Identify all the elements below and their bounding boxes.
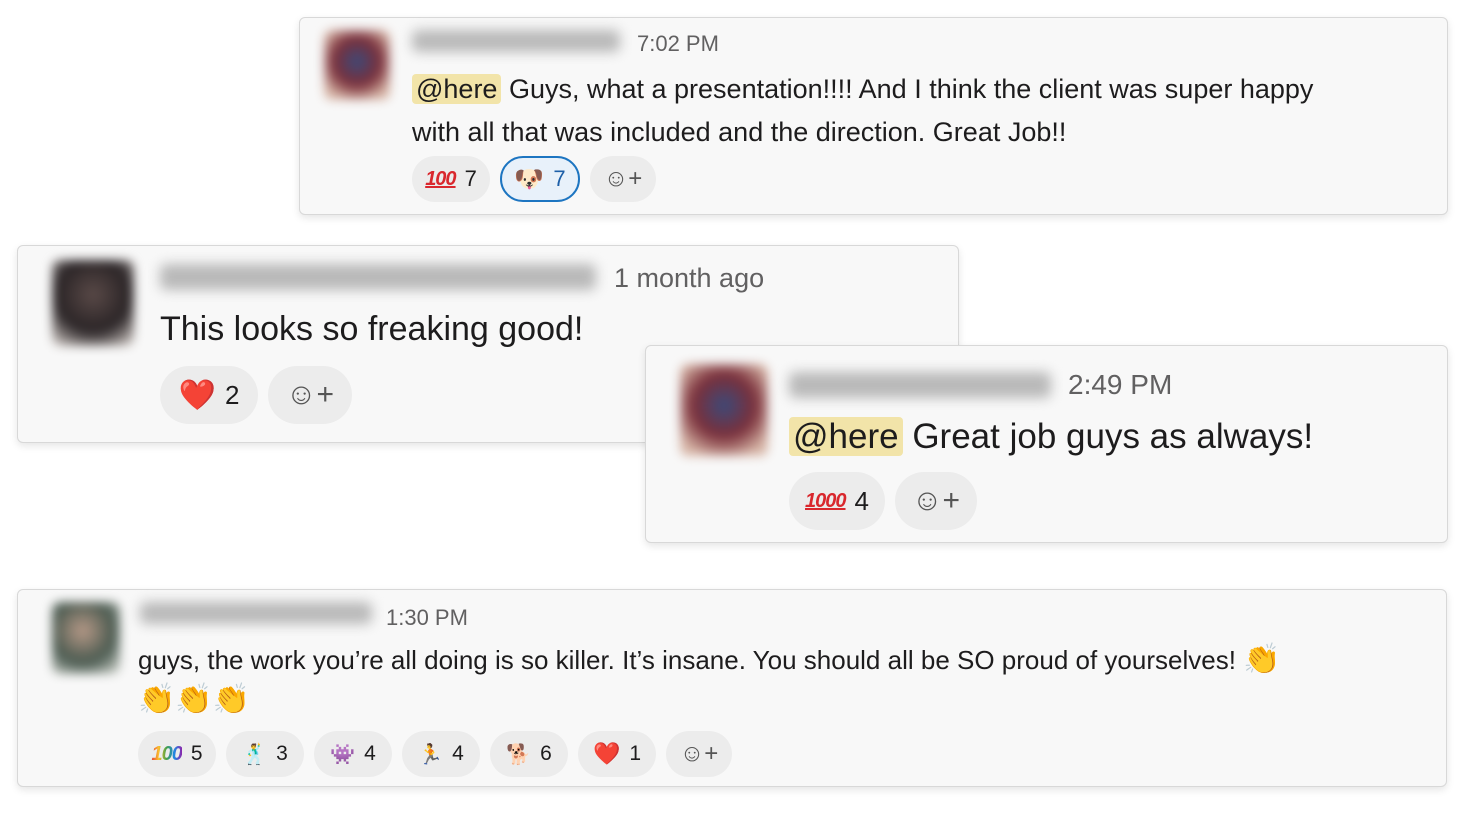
add-reaction-button[interactable]: ☺+	[268, 366, 352, 424]
reaction-count: 1	[629, 742, 642, 765]
avatar[interactable]	[324, 30, 390, 100]
message-text-line-1: guys, the work you’re all doing is so ki…	[138, 645, 1236, 675]
reaction-bar: 100 7 🐶 7 ☺+	[412, 156, 656, 202]
reaction-runner[interactable]: 🏃 4	[402, 731, 480, 777]
avatar[interactable]	[52, 602, 120, 674]
message-card-3[interactable]: 2:49 PM @here Great job guys as always! …	[645, 345, 1448, 543]
message-text-line-1: Guys, what a presentation!!!! And I thin…	[501, 74, 1314, 104]
reaction-count: 4	[452, 742, 464, 765]
hundred-points-icon: 100	[425, 167, 456, 190]
reaction-count: 4	[364, 742, 376, 765]
reaction-count: 7	[464, 166, 477, 191]
reaction-bar: ❤️ 2 ☺+	[160, 366, 352, 424]
running-figure-icon: 🏃	[418, 743, 444, 766]
red-heart-icon: ❤️	[592, 741, 621, 766]
message-timestamp[interactable]: 7:02 PM	[637, 31, 719, 57]
reaction-bar: 1000 4 ☺+	[789, 472, 977, 530]
reaction-dancer[interactable]: 🕺 3	[226, 731, 304, 777]
reaction-green-blob[interactable]: 👾 4	[314, 731, 392, 777]
message-text: @here Guys, what a presentation!!!! And …	[412, 68, 1313, 154]
add-emoji-icon: ☺+	[285, 378, 335, 411]
author-name-blurred[interactable]	[140, 602, 372, 624]
reaction-count: 2	[224, 379, 240, 410]
message-text-body: Great job guys as always!	[902, 417, 1314, 456]
author-name-blurred[interactable]	[789, 372, 1051, 398]
rainbow-hundred-icon: 100	[151, 742, 182, 765]
add-reaction-button[interactable]: ☺+	[590, 156, 656, 202]
thousand-points-icon: 1000	[805, 489, 846, 512]
add-emoji-icon: ☺+	[603, 165, 643, 192]
reaction-count: 6	[540, 742, 552, 765]
reaction-bar: 100 5 🕺 3 👾 4 🏃 4 🐕 6 ❤️ 1 ☺+	[138, 731, 732, 777]
message-timestamp[interactable]: 1:30 PM	[386, 605, 468, 631]
message-card-4[interactable]: 1:30 PM guys, the work you’re all doing …	[17, 589, 1447, 787]
add-emoji-icon: ☺+	[911, 484, 961, 517]
add-emoji-icon: ☺+	[679, 740, 719, 767]
corgi-dog-icon: 🐶	[514, 165, 545, 193]
mention-here[interactable]: @here	[789, 417, 903, 456]
reaction-doge[interactable]: 🐕 6	[490, 731, 568, 777]
cool-doge-icon: 🐕	[506, 743, 532, 766]
green-blob-icon: 👾	[330, 743, 356, 766]
message-text: @here Great job guys as always!	[789, 412, 1313, 462]
reaction-heart[interactable]: ❤️ 2	[160, 366, 258, 424]
message-text-line-2: with all that was included and the direc…	[412, 117, 1067, 147]
reaction-rainbow-hundred[interactable]: 100 5	[138, 731, 216, 777]
avatar[interactable]	[52, 260, 134, 346]
author-name-blurred[interactable]	[160, 264, 596, 290]
reaction-hundred[interactable]: 100 7	[412, 156, 490, 202]
reaction-corgi[interactable]: 🐶 7	[500, 156, 580, 202]
reaction-count: 7	[553, 166, 566, 191]
message-timestamp[interactable]: 2:49 PM	[1068, 369, 1172, 401]
red-heart-icon: ❤️	[178, 378, 216, 412]
add-reaction-button[interactable]: ☺+	[666, 731, 732, 777]
message-card-1[interactable]: 7:02 PM @here Guys, what a presentation!…	[299, 17, 1448, 215]
message-timestamp[interactable]: 1 month ago	[614, 263, 764, 294]
dancing-person-icon: 🕺	[242, 743, 268, 766]
reaction-count: 3	[276, 742, 288, 765]
message-text: This looks so freaking good!	[160, 310, 584, 348]
reaction-count: 4	[854, 485, 869, 516]
reaction-heart[interactable]: ❤️ 1	[578, 731, 656, 777]
clapping-hands-row: 👏👏👏	[138, 683, 251, 716]
avatar[interactable]	[680, 364, 768, 456]
reaction-count: 5	[190, 742, 203, 765]
reaction-thousand[interactable]: 1000 4	[789, 472, 885, 530]
mention-here[interactable]: @here	[412, 74, 502, 104]
clapping-hands-icon: 👏	[1243, 643, 1281, 676]
message-text: guys, the work you’re all doing is so ki…	[138, 640, 1281, 720]
author-name-blurred[interactable]	[412, 30, 620, 52]
add-reaction-button[interactable]: ☺+	[895, 472, 977, 530]
